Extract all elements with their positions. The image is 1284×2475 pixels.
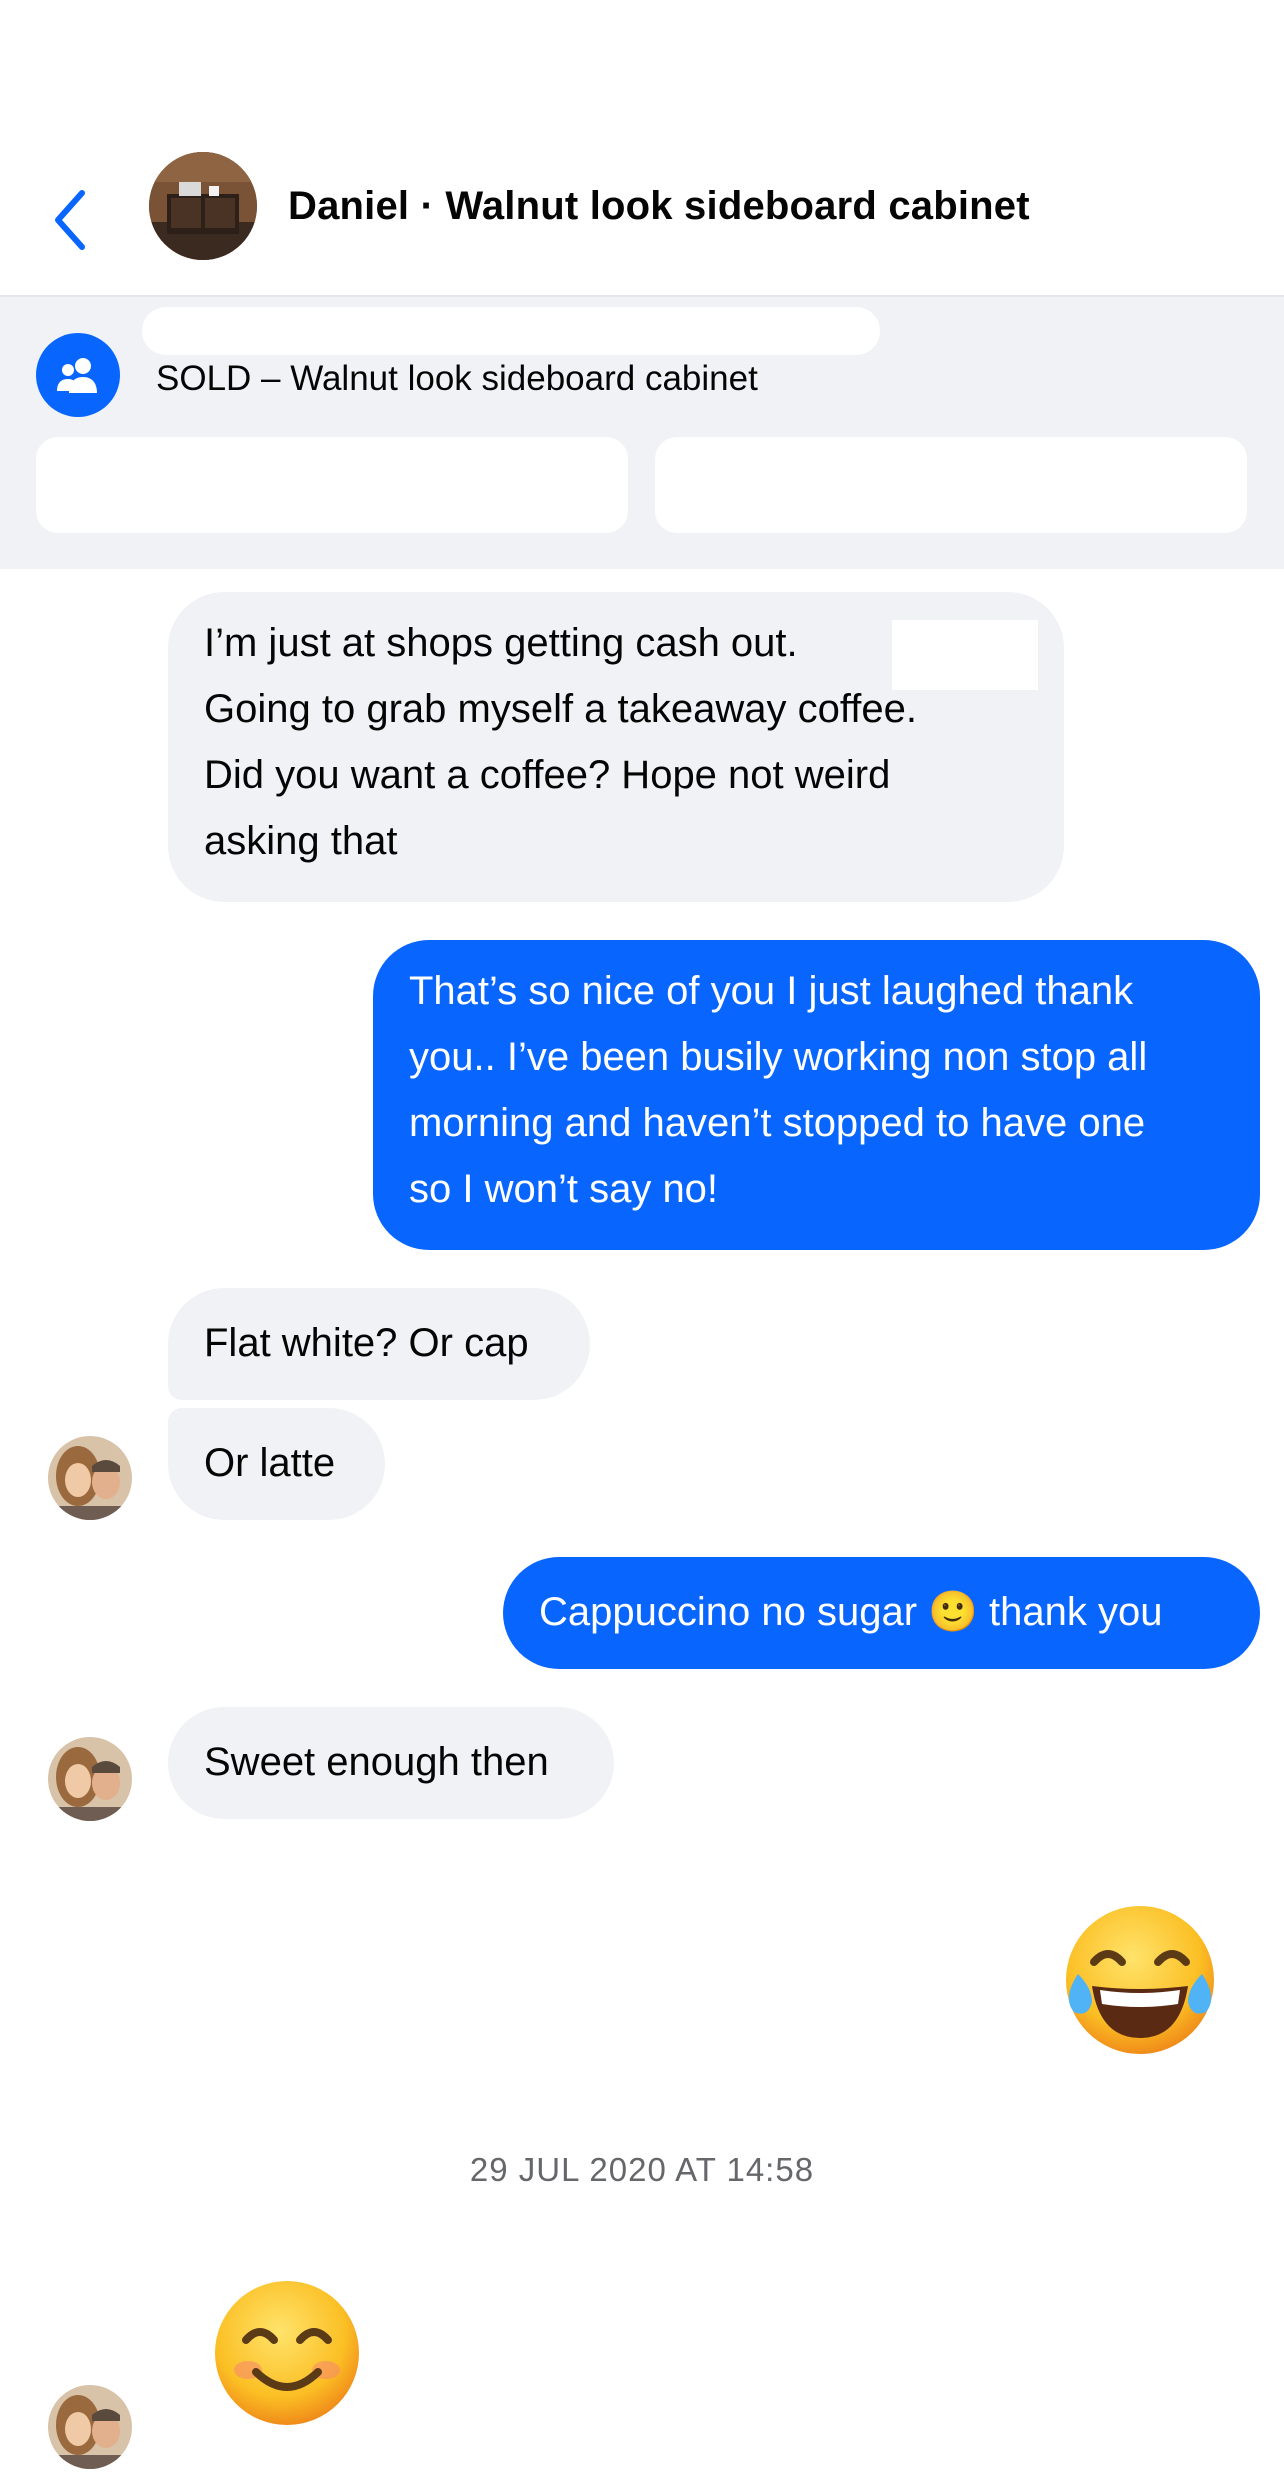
incoming-message[interactable]: Sweet enough then bbox=[168, 1707, 614, 1819]
message-text: Flat white? Or cap bbox=[204, 1321, 529, 1365]
laughing-emoji-message[interactable] bbox=[1060, 1900, 1220, 2060]
listing-thumbnail-avatar[interactable] bbox=[149, 152, 257, 260]
message-text: Sweet enough then bbox=[204, 1740, 549, 1784]
listing-action-button-right[interactable] bbox=[655, 437, 1247, 533]
message-line: so I won’t say no! bbox=[409, 1167, 719, 1211]
message-text: Cappuccino no sugar 🙂 thank you bbox=[539, 1590, 1163, 1634]
listing-title[interactable]: SOLD – Walnut look sideboard cabinet bbox=[156, 357, 758, 401]
marketplace-listing-banner: SOLD – Walnut look sideboard cabinet bbox=[0, 297, 1284, 569]
outgoing-message[interactable]: Cappuccino no sugar 🙂 thank you bbox=[503, 1557, 1260, 1669]
message-line: you.. I’ve been busily working non stop … bbox=[409, 1035, 1148, 1079]
chevron-left-icon bbox=[55, 190, 85, 250]
message-line: That’s so nice of you I just laughed tha… bbox=[409, 969, 1134, 1013]
message-timestamp: 29 JUL 2020 AT 14:58 bbox=[469, 2151, 815, 2188]
listing-action-button-left[interactable] bbox=[36, 437, 628, 533]
back-button[interactable] bbox=[40, 180, 100, 260]
incoming-message[interactable]: Flat white? Or cap bbox=[168, 1288, 590, 1400]
sender-avatar[interactable] bbox=[48, 1436, 132, 1520]
sender-avatar[interactable] bbox=[48, 1737, 132, 1821]
group-icon bbox=[36, 333, 120, 417]
message-line: asking that bbox=[204, 819, 398, 863]
message-text: Or latte bbox=[204, 1441, 336, 1485]
incoming-message[interactable]: Or latte bbox=[168, 1408, 385, 1520]
message-line: Did you want a coffee? Hope not weird bbox=[204, 753, 891, 797]
smiling-emoji-message[interactable] bbox=[212, 2278, 362, 2428]
message-line: morning and haven’t stopped to have one bbox=[409, 1101, 1146, 1145]
tears-of-joy-emoji-icon bbox=[1066, 1906, 1214, 2054]
smiling-face-emoji-icon bbox=[215, 2281, 359, 2425]
redacted-area bbox=[142, 307, 880, 355]
chat-header: Daniel · Walnut look sideboard cabinet bbox=[0, 0, 1284, 297]
redacted-area bbox=[892, 620, 1038, 690]
sender-avatar[interactable] bbox=[48, 2385, 132, 2469]
outgoing-message[interactable]: That’s so nice of you I just laughed tha… bbox=[373, 940, 1260, 1250]
conversation-title[interactable]: Daniel · Walnut look sideboard cabinet bbox=[288, 178, 1030, 234]
